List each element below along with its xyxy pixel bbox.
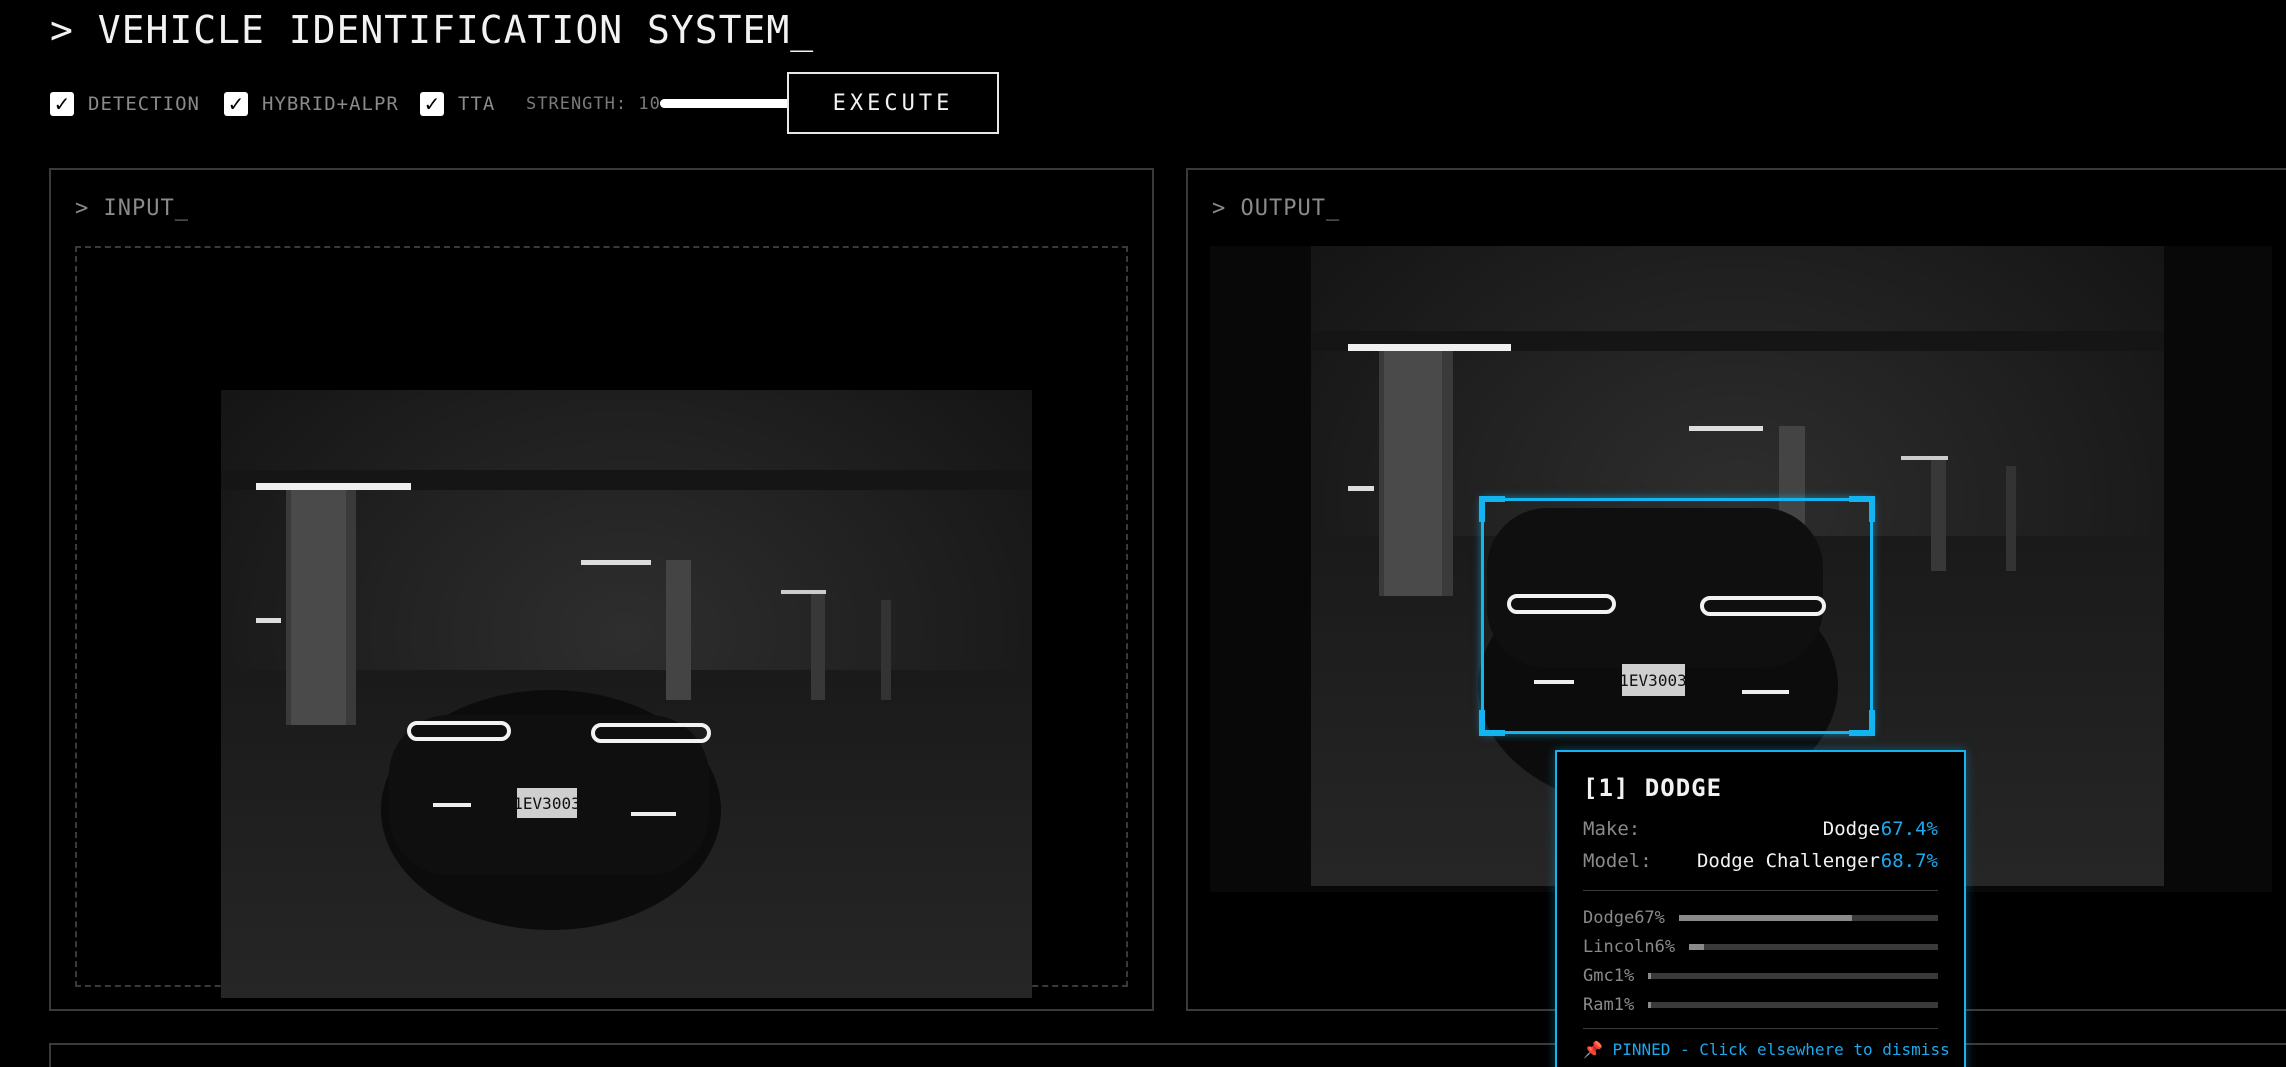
hybrid-alpr-label: HYBRID+ALPR <box>262 93 399 115</box>
box-corner <box>1849 496 1875 522</box>
bar-label: Gmc1% <box>1583 966 1635 986</box>
execute-button[interactable]: EXECUTE <box>787 72 999 134</box>
make-prob-bar: Lincoln6% <box>1583 937 1938 957</box>
hybrid-alpr-toggle[interactable]: ✓ HYBRID+ALPR <box>224 91 399 117</box>
model-value: Dodge Challenger <box>1696 850 1880 872</box>
make-prob-bar: Ram1% <box>1583 995 1938 1015</box>
box-corner <box>1479 496 1505 522</box>
bar-fill <box>1648 1002 1652 1008</box>
pinned-notice: 📌 PINNED - Click elsewhere to dismiss <box>1583 1040 1950 1059</box>
image-dropzone[interactable]: 1EV3003 <box>75 246 1128 998</box>
app-root: > VEHICLE IDENTIFICATION SYSTEM_ ✓ DETEC… <box>0 0 2286 1067</box>
detection-toggle[interactable]: ✓ DETECTION <box>50 91 200 117</box>
bar-fill <box>1689 944 1705 950</box>
tooltip-title: [1] DODGE <box>1583 774 1723 802</box>
input-image: 1EV3003 <box>221 390 1032 998</box>
make-label: Make: <box>1583 818 1641 840</box>
bar-track <box>1648 1002 1938 1008</box>
bar-fill <box>1678 915 1853 921</box>
checkbox-check-icon[interactable]: ✓ <box>50 92 74 116</box>
input-panel-title: > INPUT_ <box>75 196 189 221</box>
detection-label: DETECTION <box>88 93 200 115</box>
tooltip-divider <box>1583 1028 1938 1029</box>
strength-label: STRENGTH: 10 <box>526 94 661 114</box>
slider-fill <box>660 99 805 108</box>
box-corner <box>1479 710 1505 736</box>
make-prob-bar: Gmc1% <box>1583 966 1938 986</box>
input-plate-text: 1EV3003 <box>513 794 580 813</box>
box-corner <box>1849 710 1875 736</box>
input-panel: > INPUT_ 1EV3003 <box>49 168 1154 1011</box>
make-confidence: 67.4% <box>1880 818 1938 840</box>
bar-fill <box>1648 973 1652 979</box>
make-prob-bar: Dodge67% <box>1583 908 1938 928</box>
model-label: Model: <box>1583 850 1652 872</box>
bar-track <box>1678 915 1938 921</box>
detection-tooltip: [1] DODGE Make: Dodge 67.4% Model: Dodge… <box>1555 750 1966 1067</box>
strength-slider[interactable] <box>660 87 819 115</box>
bar-label: Dodge67% <box>1583 908 1665 928</box>
make-value: Dodge <box>1822 818 1880 840</box>
tooltip-divider <box>1583 890 1938 891</box>
checkbox-check-icon[interactable]: ✓ <box>420 92 444 116</box>
bar-label: Ram1% <box>1583 995 1635 1015</box>
tta-toggle[interactable]: ✓ TTA <box>420 91 495 117</box>
bar-label: Lincoln6% <box>1583 937 1676 957</box>
make-row: Make: Dodge 67.4% <box>1583 818 1938 842</box>
page-title: > VEHICLE IDENTIFICATION SYSTEM_ <box>50 8 815 52</box>
bar-track <box>1648 973 1938 979</box>
output-panel-title: > OUTPUT_ <box>1212 196 1341 221</box>
checkbox-check-icon[interactable]: ✓ <box>224 92 248 116</box>
tta-label: TTA <box>458 93 496 115</box>
model-confidence: 68.7% <box>1880 850 1938 872</box>
detection-bounding-box[interactable] <box>1479 496 1875 736</box>
bar-track <box>1689 944 1938 950</box>
model-row: Model: Dodge Challenger 68.7% <box>1583 850 1938 874</box>
controls-bar: ✓ DETECTION ✓ HYBRID+ALPR ✓ TTA STRENGTH… <box>50 70 1050 136</box>
